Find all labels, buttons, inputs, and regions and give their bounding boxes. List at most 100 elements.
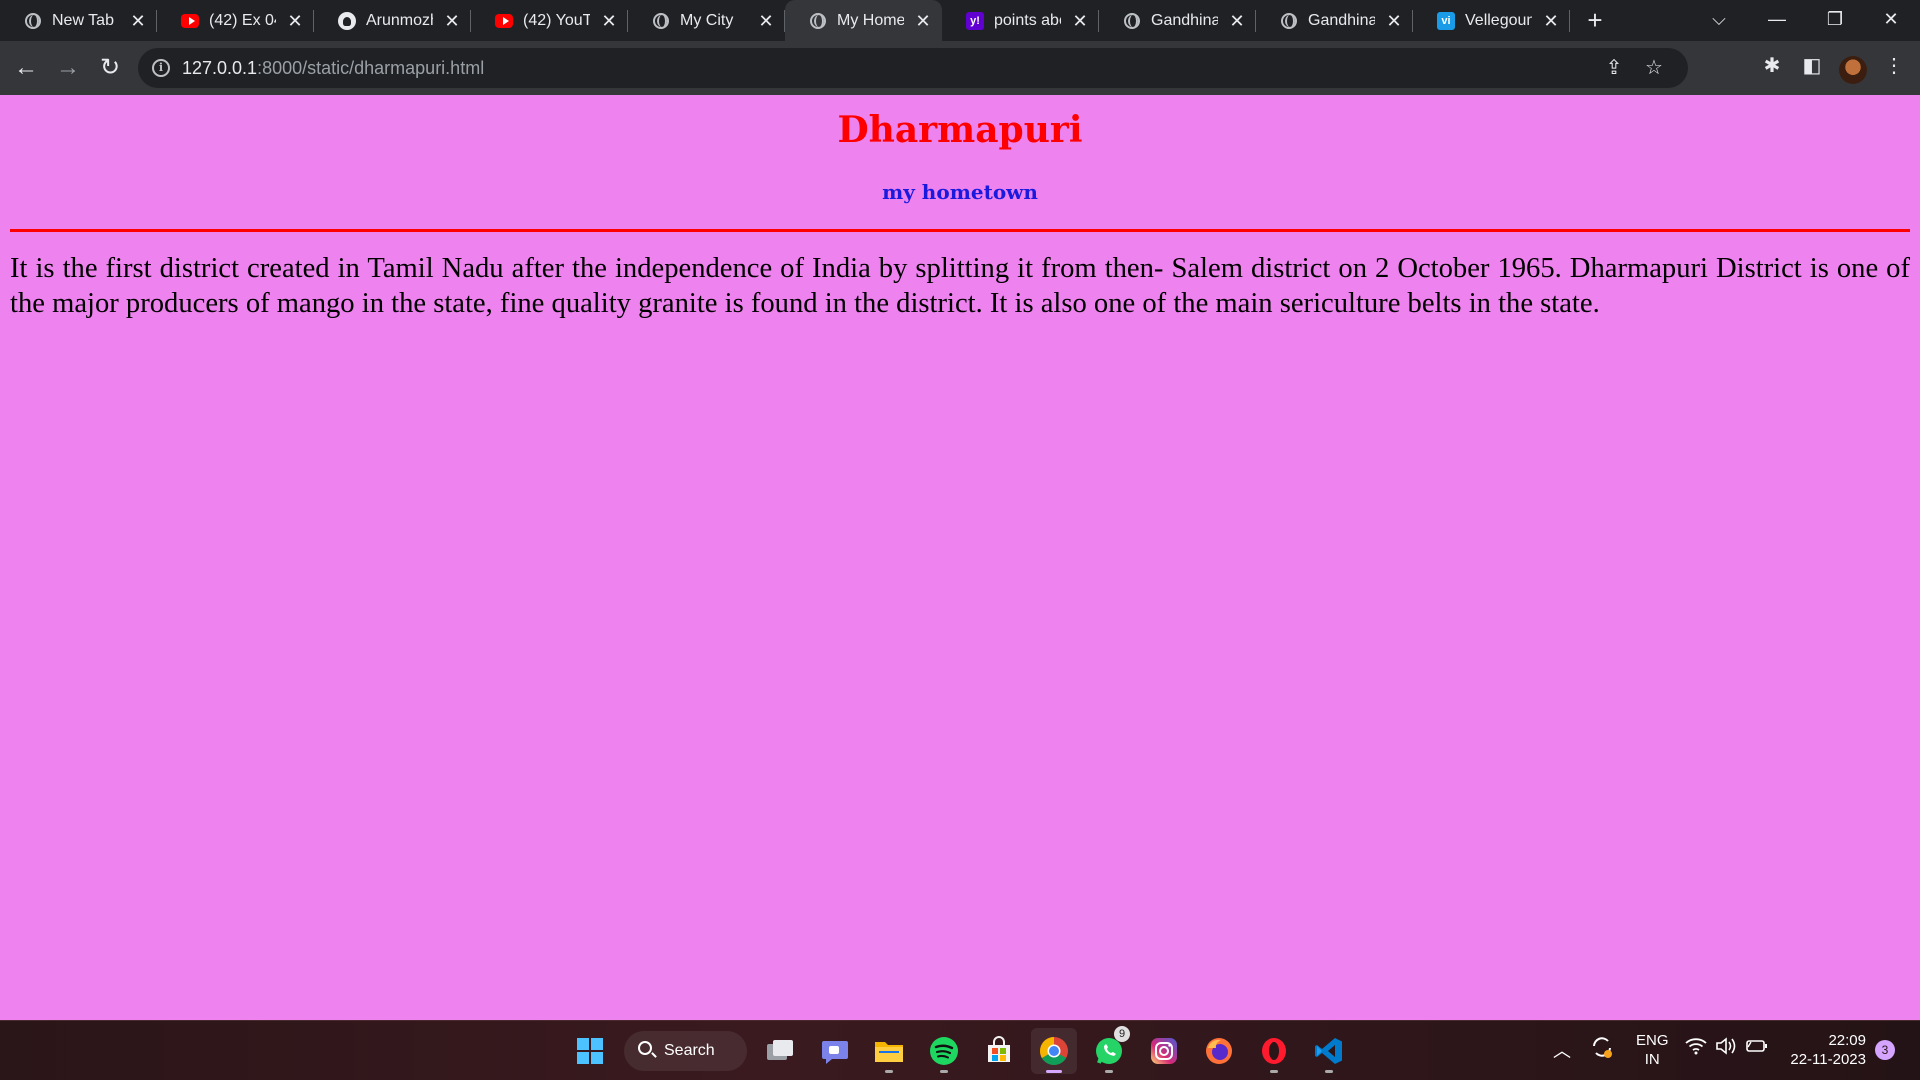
tab-title: Arunmozhi [366, 11, 433, 29]
tab-title: My Home [837, 11, 904, 29]
microsoft-store-button[interactable] [976, 1028, 1022, 1074]
info-icon[interactable]: i [152, 59, 170, 77]
youtube-icon [181, 12, 199, 30]
firefox-button[interactable] [1196, 1028, 1242, 1074]
page-title: Dharmapuri [837, 109, 1083, 151]
taskbar-search-button[interactable]: Search [624, 1031, 747, 1071]
volume-icon[interactable] [1715, 1037, 1737, 1059]
search-icon [638, 1041, 652, 1055]
taskbar: Search 9 ︿ ENG IN 22:09 22-11-2023 [0, 1020, 1920, 1080]
globe-icon [1123, 12, 1141, 30]
forward-arrow-icon[interactable]: → [48, 48, 88, 88]
globe-icon [652, 12, 670, 30]
clock[interactable]: 22:09 22-11-2023 [1780, 1031, 1866, 1069]
url-text[interactable]: 127.0.0.1:8000/static/dharmapuri.html [182, 58, 484, 79]
bookmark-star-icon[interactable]: ☆ [1638, 52, 1670, 84]
language-indicator[interactable]: ENG IN [1636, 1031, 1669, 1069]
clock-date: 22-11-2023 [1790, 1051, 1866, 1068]
url-path: :8000/static/dharmapuri.html [257, 57, 485, 78]
tab-youtube[interactable]: (42) YouTub ✕ [471, 0, 628, 41]
tray-overflow-chevron-icon[interactable]: ︿ [1553, 1037, 1571, 1063]
horizontal-rule [10, 229, 1910, 232]
new-tab-button[interactable]: + [1570, 0, 1620, 41]
youtube-icon [495, 12, 513, 30]
tab-yahoo[interactable]: y! points abo ✕ [942, 0, 1099, 41]
tab-title: Vellegoun [1465, 11, 1532, 29]
sync-icon[interactable] [1590, 1034, 1614, 1064]
browser-toolbar: ← → ↻ i 127.0.0.1:8000/static/dharmapuri… [0, 41, 1920, 95]
tab-gandhinagar-2[interactable]: Gandhinag ✕ [1256, 0, 1413, 41]
tab-gandhinagar-1[interactable]: Gandhinag ✕ [1099, 0, 1256, 41]
wifi-icon[interactable] [1685, 1037, 1707, 1059]
task-view-button[interactable] [757, 1028, 803, 1074]
vscode-icon [1315, 1038, 1342, 1064]
start-button[interactable] [567, 1028, 613, 1074]
address-bar[interactable]: i 127.0.0.1:8000/static/dharmapuri.html … [138, 48, 1688, 88]
window-close-button[interactable]: ✕ [1862, 0, 1920, 41]
chrome-icon [1040, 1037, 1068, 1065]
minimize-button[interactable]: — [1748, 0, 1806, 41]
tab-title: Gandhinag [1151, 11, 1218, 29]
close-icon[interactable]: ✕ [1542, 12, 1560, 30]
tab-youtube-ex04[interactable]: (42) Ex 04 | ✕ [157, 0, 314, 41]
reload-icon[interactable]: ↻ [90, 48, 130, 88]
folder-icon [875, 1042, 903, 1062]
store-icon [988, 1036, 1010, 1062]
close-icon[interactable]: ✕ [1071, 12, 1089, 30]
yahoo-icon: y! [966, 11, 984, 30]
file-explorer-button[interactable] [866, 1028, 912, 1074]
vscode-button[interactable] [1306, 1028, 1352, 1074]
more-menu-icon[interactable]: ⋮ [1876, 48, 1912, 84]
whatsapp-badge: 9 [1114, 1026, 1130, 1042]
chat-icon [822, 1041, 848, 1064]
instagram-icon [1151, 1038, 1177, 1064]
tab-title: (42) Ex 04 | [209, 11, 276, 29]
spotify-icon [930, 1037, 958, 1065]
close-icon[interactable]: ✕ [600, 12, 618, 30]
close-icon[interactable]: ✕ [1228, 12, 1246, 30]
tab-title: (42) YouTub [523, 11, 590, 29]
tab-title: My City [680, 11, 734, 29]
side-panel-icon[interactable]: ◧ [1794, 48, 1830, 84]
close-icon[interactable]: ✕ [286, 12, 304, 30]
page-paragraph: It is the first district created in Tami… [10, 253, 1910, 319]
tab-my-home[interactable]: My Home ✕ [785, 0, 942, 41]
tab-vellegoundan[interactable]: vi Vellegoun ✕ [1413, 0, 1570, 41]
tab-github[interactable]: Arunmozhi ✕ [314, 0, 471, 41]
tab-title: Gandhinag [1308, 11, 1375, 29]
restore-button[interactable]: ❐ [1806, 0, 1864, 41]
url-host: 127.0.0.1 [182, 57, 258, 78]
language-code: ENG [1636, 1032, 1669, 1049]
github-icon [338, 11, 356, 30]
close-icon[interactable]: ✕ [914, 12, 932, 30]
globe-icon [24, 12, 42, 30]
close-icon[interactable]: ✕ [1385, 12, 1403, 30]
share-icon[interactable]: ⇪ [1598, 52, 1630, 84]
spotify-button[interactable] [921, 1028, 967, 1074]
globe-icon [809, 12, 827, 30]
page-subtitle: my hometown [882, 180, 1038, 204]
chrome-button[interactable] [1031, 1028, 1077, 1074]
battery-icon[interactable] [1746, 1038, 1768, 1058]
tab-new-tab[interactable]: New Tab ✕ [0, 0, 157, 41]
back-arrow-icon[interactable]: ← [6, 48, 46, 88]
close-icon[interactable]: ✕ [129, 12, 147, 30]
opera-button[interactable] [1251, 1028, 1297, 1074]
notification-count-badge[interactable]: 3 [1875, 1040, 1895, 1060]
tab-strip: New Tab ✕ (42) Ex 04 | ✕ Arunmozhi ✕ (42… [0, 0, 1920, 41]
tab-title: New Tab [52, 11, 114, 29]
extensions-puzzle-icon[interactable]: ✱ [1754, 48, 1790, 84]
close-icon[interactable]: ✕ [757, 12, 775, 30]
teams-chat-button[interactable] [812, 1028, 858, 1074]
close-icon[interactable]: ✕ [443, 12, 461, 30]
whatsapp-button[interactable]: 9 [1086, 1026, 1132, 1074]
opera-icon [1262, 1038, 1286, 1064]
search-label: Search [664, 1042, 715, 1059]
tab-search-chevron-icon[interactable]: ⌵ [1690, 0, 1748, 41]
profile-avatar[interactable] [1839, 56, 1867, 84]
task-view-icon [767, 1040, 793, 1060]
region-code: IN [1644, 1051, 1660, 1068]
instagram-button[interactable] [1141, 1028, 1187, 1074]
firefox-icon [1206, 1038, 1232, 1064]
tab-my-city[interactable]: My City ✕ [628, 0, 785, 41]
